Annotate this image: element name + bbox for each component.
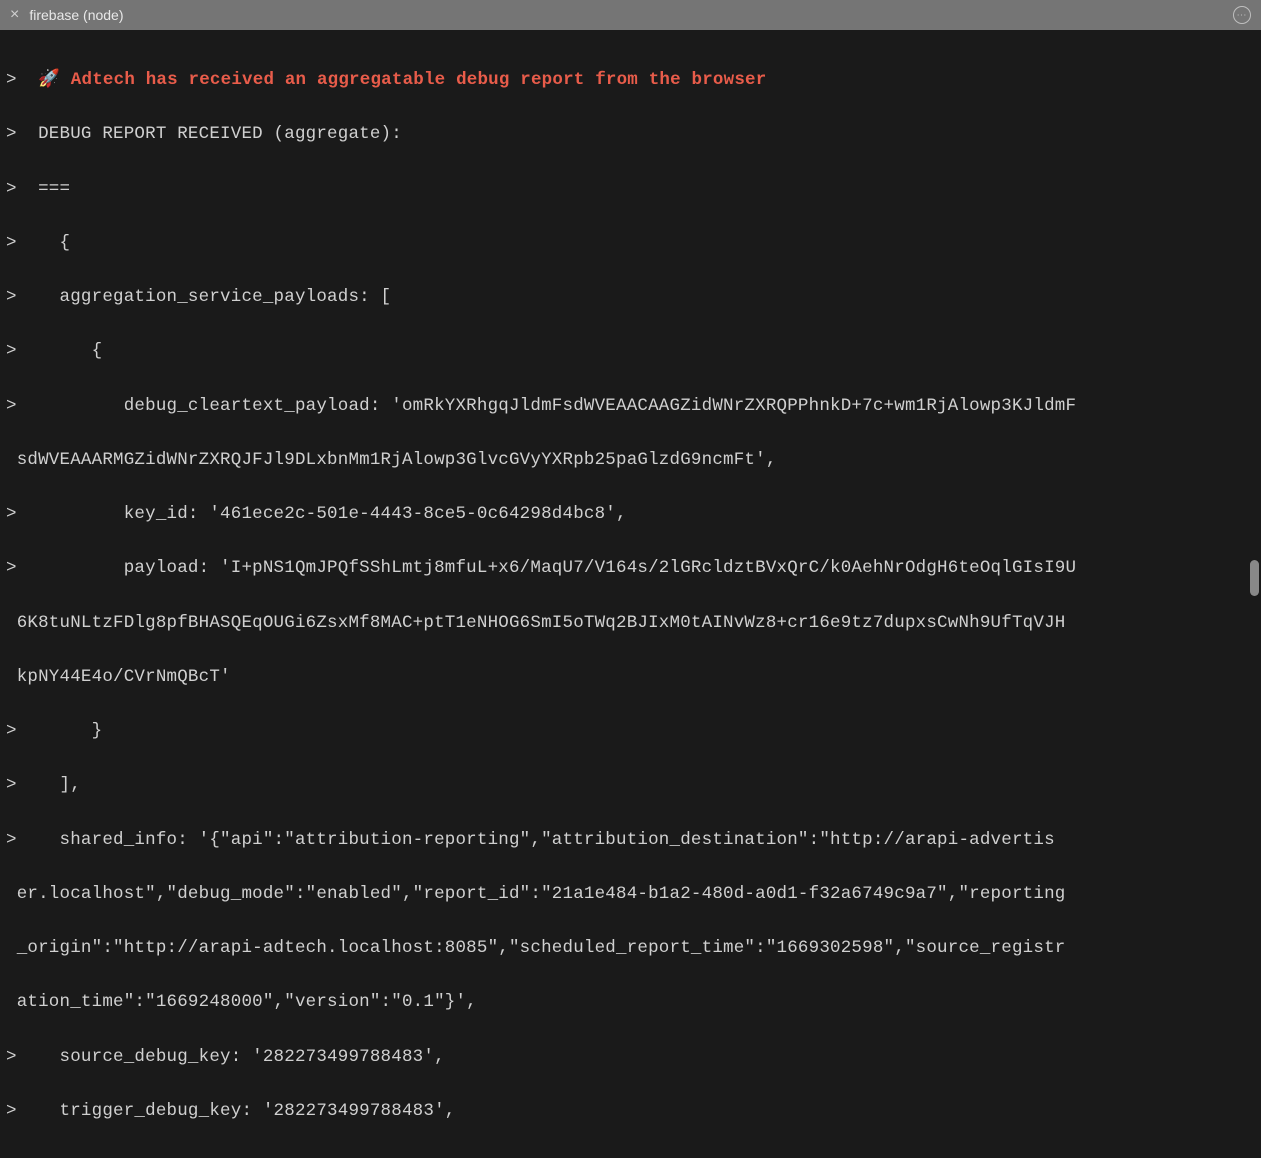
highlight-message: Adtech has received an aggregatable debu… bbox=[60, 70, 766, 90]
console-line: ation_time":"1669248000","version":"0.1"… bbox=[6, 989, 1255, 1016]
console-line: kpNY44E4o/CVrNmQBcT' bbox=[6, 664, 1255, 691]
console-output: > 🚀 Adtech has received an aggregatable … bbox=[0, 30, 1261, 1158]
window-title: firebase (node) bbox=[29, 7, 123, 23]
console-line: > { bbox=[6, 230, 1255, 257]
close-icon[interactable]: × bbox=[10, 7, 19, 23]
titlebar: × firebase (node) ⋯ bbox=[0, 0, 1261, 30]
console-line: > === bbox=[6, 176, 1255, 203]
console-line: > source_debug_key: '282273499788483', bbox=[6, 1044, 1255, 1071]
console-line: > aggregation_service_payloads: [ bbox=[6, 284, 1255, 311]
console-line: 6K8tuNLtzFDlg8pfBHASQEqOUGi6ZsxMf8MAC+pt… bbox=[6, 610, 1255, 637]
console-line: > key_id: '461ece2c-501e-4443-8ce5-0c642… bbox=[6, 501, 1255, 528]
prompt-char: > bbox=[6, 70, 17, 90]
console-line: > trigger_debug_key: '282273499788483', bbox=[6, 1098, 1255, 1125]
console-line: > 🚀 Adtech has received an aggregatable … bbox=[6, 67, 1255, 94]
console-line: > shared_info: '{"api":"attribution-repo… bbox=[6, 827, 1255, 854]
console-line: > payload: 'I+pNS1QmJPQfSShLmtj8mfuL+x6/… bbox=[6, 555, 1255, 582]
more-icon[interactable]: ⋯ bbox=[1233, 6, 1251, 24]
console-line: > DEBUG REPORT RECEIVED (aggregate): bbox=[6, 121, 1255, 148]
console-line: > { bbox=[6, 338, 1255, 365]
console-line: > debug_cleartext_payload: 'omRkYXRhgqJl… bbox=[6, 393, 1255, 420]
console-line: > ], bbox=[6, 772, 1255, 799]
rocket-icon: 🚀 bbox=[38, 70, 60, 90]
console-line: _origin":"http://arapi-adtech.localhost:… bbox=[6, 935, 1255, 962]
scrollbar-thumb[interactable] bbox=[1250, 560, 1259, 596]
console-line: sdWVEAAARMGZidWNrZXRQJFJl9DLxbnMm1RjAlow… bbox=[6, 447, 1255, 474]
console-line: er.localhost","debug_mode":"enabled","re… bbox=[6, 881, 1255, 908]
titlebar-left: × firebase (node) bbox=[10, 7, 124, 23]
console-line: > } bbox=[6, 718, 1255, 745]
